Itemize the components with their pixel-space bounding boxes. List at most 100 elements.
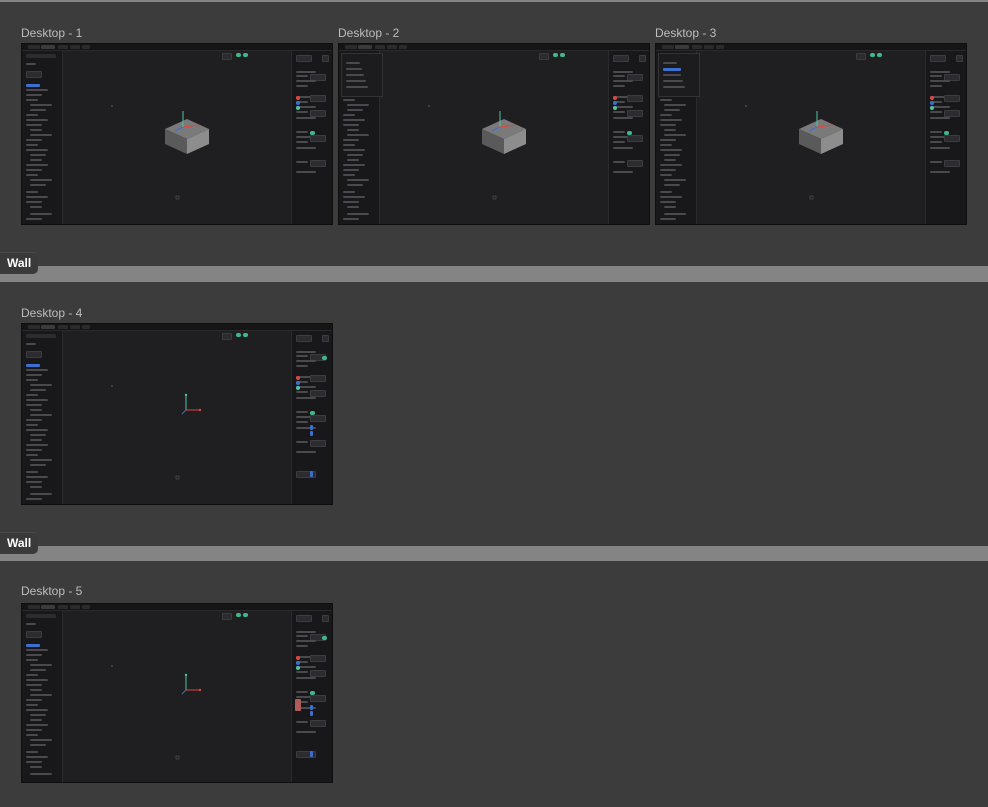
dropdown-menu[interactable] [658,53,700,97]
property-field[interactable] [944,135,960,142]
property-field[interactable] [944,95,960,102]
property-field[interactable] [310,415,326,422]
viewport-canvas[interactable] [22,604,332,782]
layer-item[interactable] [26,649,48,651]
layer-item[interactable] [26,144,38,146]
layer-item[interactable] [343,114,355,116]
dropdown-item[interactable] [663,80,683,82]
layer-item[interactable] [343,218,359,220]
app-tab[interactable] [41,45,55,49]
toggle-green[interactable] [877,53,882,57]
layer-item[interactable] [26,139,42,141]
layer-item[interactable] [30,493,52,495]
layer-item[interactable] [30,109,46,111]
desktop-frame-4[interactable] [21,323,333,505]
layer-item[interactable] [26,679,48,681]
layer-item[interactable] [664,213,686,215]
layer-item[interactable] [30,384,52,386]
layer-item-selected[interactable] [26,644,40,647]
toggle-green[interactable] [236,333,241,337]
app-tab[interactable] [28,605,40,609]
layer-item[interactable] [660,124,676,126]
layer-item[interactable] [30,486,42,488]
app-tab[interactable] [58,45,68,49]
layer-item[interactable] [26,674,38,676]
property-field[interactable] [310,390,326,397]
layer-item[interactable] [26,684,42,686]
panel-button[interactable] [26,71,42,78]
app-tab[interactable] [28,45,40,49]
toggle-green[interactable] [560,53,565,57]
frame-label-desktop-1[interactable]: Desktop - 1 [21,26,82,40]
share-button[interactable] [296,335,312,342]
layer-item[interactable] [347,206,359,208]
layer-item[interactable] [660,164,682,166]
app-tab[interactable] [82,605,90,609]
toggle-green[interactable] [236,613,241,617]
property-field[interactable] [627,135,643,142]
share-button[interactable] [613,55,629,62]
layer-item[interactable] [664,206,676,208]
layer-item[interactable] [26,191,38,193]
layer-item[interactable] [660,149,682,151]
search-input[interactable] [26,614,56,618]
layer-item[interactable] [30,414,52,416]
layer-item[interactable] [30,766,42,768]
layer-item[interactable] [30,184,46,186]
layer-item[interactable] [664,134,686,136]
layer-item[interactable] [30,134,52,136]
property-field[interactable] [310,670,326,677]
property-field[interactable] [944,160,960,167]
layer-item[interactable] [664,129,676,131]
layer-item[interactable] [30,129,42,131]
layer-item[interactable] [660,201,676,203]
layer-item[interactable] [26,454,38,456]
layer-item[interactable] [26,729,42,731]
frame-label-desktop-2[interactable]: Desktop - 2 [338,26,399,40]
layer-item[interactable] [26,114,38,116]
layer-item[interactable] [26,196,48,198]
panel-button[interactable] [26,351,42,358]
layer-item[interactable] [26,124,42,126]
property-toggle[interactable] [944,131,949,135]
app-tab[interactable] [82,325,90,329]
layer-item[interactable] [664,179,686,181]
layer-item[interactable] [30,464,46,466]
layer-item[interactable] [343,196,365,198]
layer-item[interactable] [30,439,42,441]
toggle-green[interactable] [553,53,558,57]
layer-item[interactable] [26,369,48,371]
layer-item[interactable] [660,144,672,146]
layer-item[interactable] [347,134,369,136]
layer-item[interactable] [347,184,363,186]
toggle-green[interactable] [243,333,248,337]
layer-item[interactable] [26,399,48,401]
app-tab[interactable] [82,45,90,49]
layer-item[interactable] [30,389,46,391]
slider-track[interactable] [296,471,316,478]
layer-item[interactable] [30,206,42,208]
share-button[interactable] [296,615,312,622]
layer-item[interactable] [660,174,672,176]
dropdown-item[interactable] [346,80,366,82]
layer-item[interactable] [26,704,38,706]
slider-handle[interactable] [310,471,313,477]
app-tab[interactable] [375,45,385,49]
section-tag-wall-2[interactable]: Wall [0,532,39,554]
layer-item-selected[interactable] [26,364,40,367]
layer-item[interactable] [26,374,42,376]
property-field[interactable] [310,110,326,117]
slider-track[interactable] [296,751,316,758]
layer-item[interactable] [30,739,52,741]
layer-item[interactable] [26,429,48,431]
frame-label-desktop-3[interactable]: Desktop - 3 [655,26,716,40]
layer-item[interactable] [347,213,369,215]
dropdown-item[interactable] [663,74,681,76]
slider-handle[interactable] [310,705,313,710]
app-tab[interactable] [41,325,55,329]
layer-item[interactable] [26,201,42,203]
share-button[interactable] [930,55,946,62]
app-tab[interactable] [704,45,714,49]
share-button[interactable] [296,55,312,62]
layer-item[interactable] [26,169,42,171]
